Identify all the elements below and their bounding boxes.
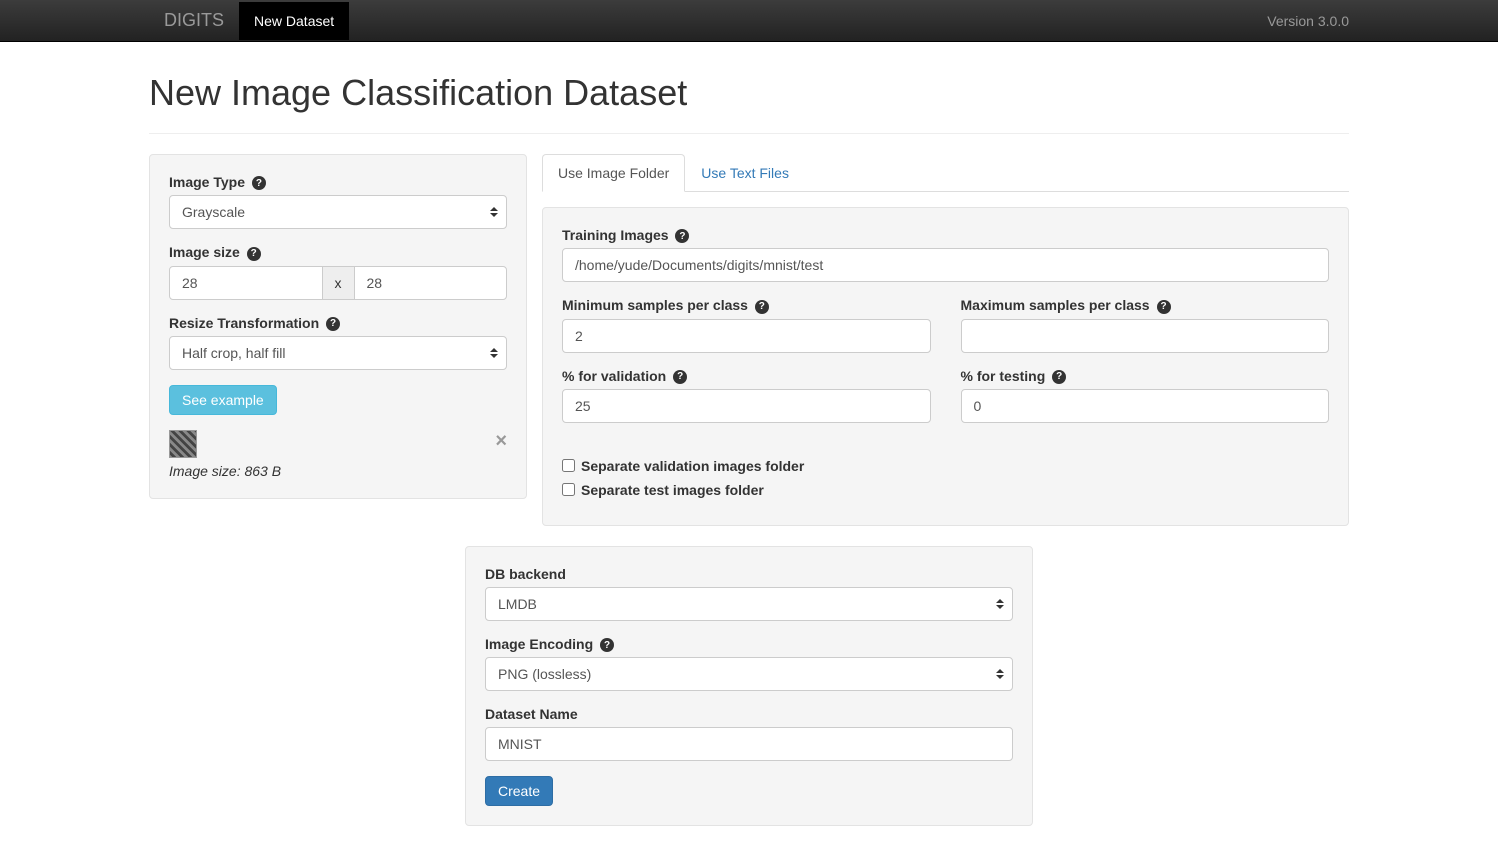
training-images-label: Training Images ? (562, 227, 689, 243)
max-samples-label: Maximum samples per class ? (961, 297, 1171, 313)
help-icon[interactable]: ? (600, 638, 614, 652)
pct-testing-label: % for testing ? (961, 368, 1067, 384)
separate-validation-label: Separate validation images folder (581, 458, 804, 474)
tab-use-image-folder[interactable]: Use Image Folder (542, 154, 685, 192)
image-width-input[interactable] (169, 266, 323, 300)
min-samples-label: Minimum samples per class ? (562, 297, 769, 313)
navbar-active-item[interactable]: New Dataset (239, 2, 349, 40)
image-settings-panel: Image Type ? Grayscale Image size ? x (149, 154, 527, 499)
size-separator: x (323, 266, 354, 300)
dataset-name-label: Dataset Name (485, 706, 578, 722)
folder-settings-panel: Training Images ? Minimum samples per cl… (542, 207, 1349, 526)
db-backend-select[interactable]: LMDB (485, 587, 1013, 621)
help-icon[interactable]: ? (1052, 370, 1066, 384)
image-size-label: Image size ? (169, 244, 261, 260)
image-encoding-label: Image Encoding ? (485, 636, 614, 652)
separate-validation-checkbox[interactable] (562, 459, 575, 472)
help-icon[interactable]: ? (755, 300, 769, 314)
page-header: New Image Classification Dataset (149, 42, 1349, 134)
max-samples-input[interactable] (961, 319, 1330, 353)
page-title: New Image Classification Dataset (149, 72, 1349, 114)
source-tabs: Use Image Folder Use Text Files (542, 154, 1349, 192)
close-icon[interactable]: × (495, 430, 507, 453)
image-height-input[interactable] (354, 266, 508, 300)
resize-transformation-label: Resize Transformation ? (169, 315, 340, 331)
help-icon[interactable]: ? (326, 317, 340, 331)
help-icon[interactable]: ? (247, 247, 261, 261)
help-icon[interactable]: ? (673, 370, 687, 384)
help-icon[interactable]: ? (252, 176, 266, 190)
image-type-select[interactable]: Grayscale (169, 195, 507, 229)
dataset-name-input[interactable] (485, 727, 1013, 761)
tab-use-text-files[interactable]: Use Text Files (685, 154, 805, 192)
pct-testing-input[interactable] (961, 389, 1330, 423)
create-button[interactable]: Create (485, 776, 553, 806)
example-thumbnail (169, 430, 197, 458)
see-example-button[interactable]: See example (169, 385, 277, 415)
db-backend-label: DB backend (485, 566, 566, 582)
navbar: DIGITS New Dataset Version 3.0.0 (0, 0, 1498, 42)
dataset-config-panel: DB backend LMDB Image Encoding ? PNG (lo… (465, 546, 1033, 826)
resize-transformation-select[interactable]: Half crop, half fill (169, 336, 507, 370)
help-icon[interactable]: ? (675, 229, 689, 243)
separate-test-checkbox[interactable] (562, 483, 575, 496)
pct-validation-label: % for validation ? (562, 368, 687, 384)
pct-validation-input[interactable] (562, 389, 931, 423)
navbar-brand[interactable]: DIGITS (149, 0, 239, 42)
image-encoding-select[interactable]: PNG (lossless) (485, 657, 1013, 691)
navbar-version: Version 3.0.0 (1267, 13, 1349, 29)
min-samples-input[interactable] (562, 319, 931, 353)
help-icon[interactable]: ? (1157, 300, 1171, 314)
training-images-input[interactable] (562, 248, 1329, 282)
image-type-label: Image Type ? (169, 174, 266, 190)
image-size-text: Image size: 863 B (169, 463, 507, 479)
separate-test-label: Separate test images folder (581, 482, 764, 498)
